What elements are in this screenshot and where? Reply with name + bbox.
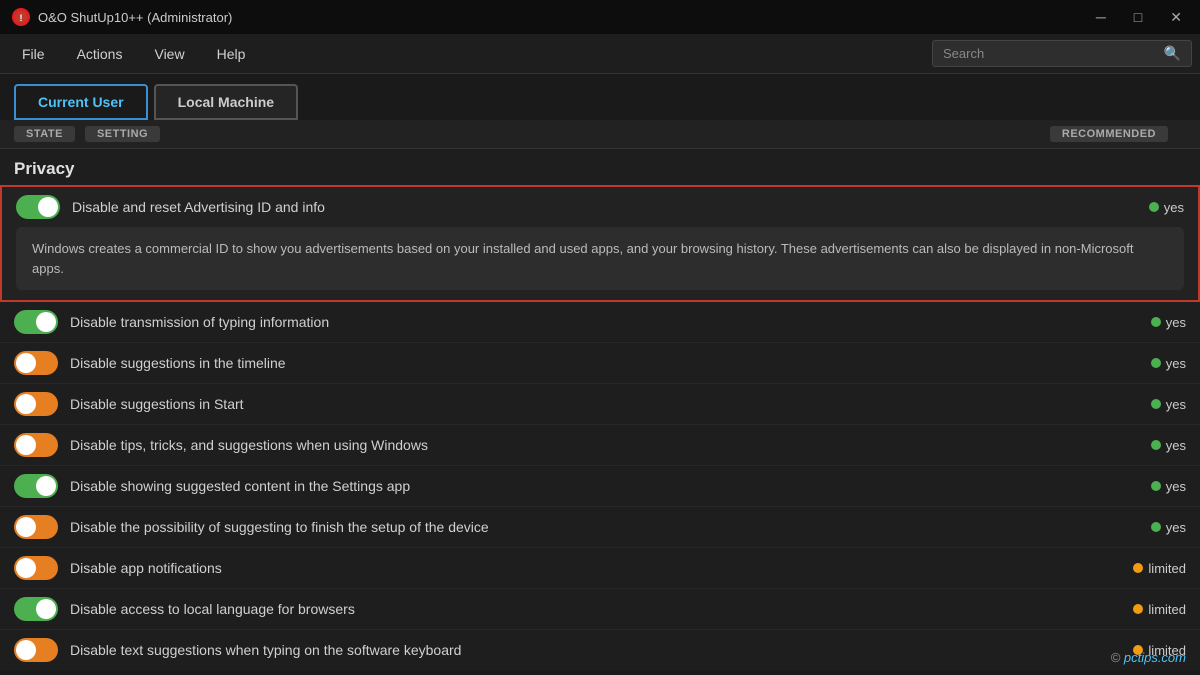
status-dot-s9	[1133, 604, 1143, 614]
toggle-knob-s6	[36, 476, 56, 496]
toggle-s7[interactable]	[14, 515, 58, 539]
toggle-knob-s8	[16, 558, 36, 578]
status-text-s7: yes	[1166, 520, 1186, 535]
status-s3: yes	[1106, 356, 1186, 371]
setting-row-s1[interactable]: Disable and reset Advertising ID and inf…	[0, 185, 1200, 302]
setting-row-s7[interactable]: Disable the possibility of suggesting to…	[0, 507, 1200, 548]
setting-label-s7: Disable the possibility of suggesting to…	[70, 519, 1106, 535]
menu-file[interactable]: File	[8, 41, 59, 67]
svg-text:!: !	[20, 13, 23, 23]
setting-label-s8: Disable app notifications	[70, 560, 1106, 576]
tabs-area: Current User Local Machine	[0, 74, 1200, 120]
toggle-s10[interactable]	[14, 638, 58, 662]
setting-row-s6[interactable]: Disable showing suggested content in the…	[0, 466, 1200, 507]
status-s7: yes	[1106, 520, 1186, 535]
status-s8: limited	[1106, 561, 1186, 576]
column-headers: STATE SETTING RECOMMENDED	[0, 120, 1200, 149]
close-button[interactable]: ✕	[1164, 7, 1188, 28]
status-s9: limited	[1106, 602, 1186, 617]
menu-actions[interactable]: Actions	[63, 41, 137, 67]
status-s6: yes	[1106, 479, 1186, 494]
setting-label-s3: Disable suggestions in the timeline	[70, 355, 1106, 371]
setting-row-s2[interactable]: Disable transmission of typing informati…	[0, 302, 1200, 343]
toggle-s4[interactable]	[14, 392, 58, 416]
toggle-s5[interactable]	[14, 433, 58, 457]
status-dot-s8	[1133, 563, 1143, 573]
title-bar-left: ! O&O ShutUp10++ (Administrator)	[12, 8, 232, 26]
menu-bar: File Actions View Help 🔍	[0, 34, 1200, 74]
app-icon: !	[12, 8, 30, 26]
toggle-s9[interactable]	[14, 597, 58, 621]
toggle-s2[interactable]	[14, 310, 58, 334]
status-dot-s1	[1149, 202, 1159, 212]
status-text-s4: yes	[1166, 397, 1186, 412]
status-dot-s6	[1151, 481, 1161, 491]
menu-items: File Actions View Help	[8, 41, 932, 67]
status-text-s8: limited	[1148, 561, 1186, 576]
status-text-s1: yes	[1164, 200, 1184, 215]
setting-label-s6: Disable showing suggested content in the…	[70, 478, 1106, 494]
status-s5: yes	[1106, 438, 1186, 453]
toggle-knob-s9	[36, 599, 56, 619]
setting-row-s10[interactable]: Disable text suggestions when typing on …	[0, 630, 1200, 670]
status-s4: yes	[1106, 397, 1186, 412]
setting-label-s4: Disable suggestions in Start	[70, 396, 1106, 412]
setting-label-s2: Disable transmission of typing informati…	[70, 314, 1106, 330]
title-bar: ! O&O ShutUp10++ (Administrator) ─ □ ✕	[0, 0, 1200, 34]
col-setting-header: SETTING	[85, 126, 160, 142]
search-input[interactable]	[943, 46, 1156, 61]
toggle-s1[interactable]	[16, 195, 60, 219]
status-text-s2: yes	[1166, 315, 1186, 330]
status-text-s9: limited	[1148, 602, 1186, 617]
toggle-knob-s3	[16, 353, 36, 373]
menu-view[interactable]: View	[140, 41, 198, 67]
setting-label-s10: Disable text suggestions when typing on …	[70, 642, 1106, 658]
status-text-s6: yes	[1166, 479, 1186, 494]
setting-row-s5[interactable]: Disable tips, tricks, and suggestions wh…	[0, 425, 1200, 466]
toggle-knob-s5	[16, 435, 36, 455]
search-box[interactable]: 🔍	[932, 40, 1192, 67]
setting-label-s9: Disable access to local language for bro…	[70, 601, 1106, 617]
setting-desc-s1: Windows creates a commercial ID to show …	[16, 227, 1184, 290]
status-s1: yes	[1104, 200, 1184, 215]
status-dot-s7	[1151, 522, 1161, 532]
toggle-knob-s2	[36, 312, 56, 332]
status-dot-s4	[1151, 399, 1161, 409]
section-privacy: Privacy	[0, 149, 1200, 185]
minimize-button[interactable]: ─	[1090, 7, 1112, 28]
maximize-button[interactable]: □	[1128, 7, 1148, 28]
setting-label-s1: Disable and reset Advertising ID and inf…	[72, 199, 1104, 215]
toggle-s3[interactable]	[14, 351, 58, 375]
status-dot-s2	[1151, 317, 1161, 327]
main-content: Privacy Disable and reset Advertising ID…	[0, 149, 1200, 670]
toggle-knob-s1	[38, 197, 58, 217]
search-icon: 🔍	[1164, 45, 1181, 62]
watermark-brand: pctips.com	[1124, 650, 1186, 665]
setting-row-main-s1: Disable and reset Advertising ID and inf…	[2, 187, 1198, 227]
menu-help[interactable]: Help	[203, 41, 260, 67]
col-state-header: STATE	[14, 126, 75, 142]
app-title: O&O ShutUp10++ (Administrator)	[38, 10, 232, 25]
status-dot-s5	[1151, 440, 1161, 450]
toggle-s6[interactable]	[14, 474, 58, 498]
window-controls: ─ □ ✕	[1090, 7, 1188, 28]
watermark: © pctips.com	[1111, 650, 1186, 665]
setting-row-s4[interactable]: Disable suggestions in Start yes	[0, 384, 1200, 425]
status-s2: yes	[1106, 315, 1186, 330]
setting-row-s3[interactable]: Disable suggestions in the timeline yes	[0, 343, 1200, 384]
status-dot-s3	[1151, 358, 1161, 368]
toggle-knob-s4	[16, 394, 36, 414]
setting-label-s5: Disable tips, tricks, and suggestions wh…	[70, 437, 1106, 453]
status-text-s3: yes	[1166, 356, 1186, 371]
status-text-s5: yes	[1166, 438, 1186, 453]
toggle-knob-s7	[16, 517, 36, 537]
setting-row-s8[interactable]: Disable app notifications limited	[0, 548, 1200, 589]
tab-local-machine[interactable]: Local Machine	[154, 84, 298, 120]
col-recommended-header: RECOMMENDED	[1050, 126, 1168, 142]
toggle-knob-s10	[16, 640, 36, 660]
tab-current-user[interactable]: Current User	[14, 84, 148, 120]
setting-row-s9[interactable]: Disable access to local language for bro…	[0, 589, 1200, 630]
toggle-s8[interactable]	[14, 556, 58, 580]
